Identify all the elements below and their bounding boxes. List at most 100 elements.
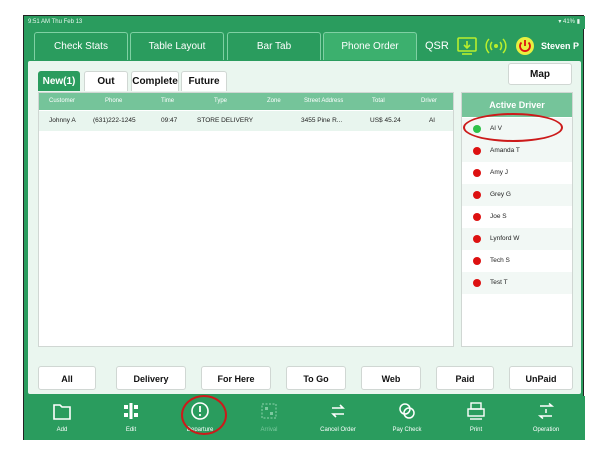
edit-grid-icon: [101, 400, 161, 422]
driver-item[interactable]: Tech S: [462, 250, 572, 272]
driver-item[interactable]: Amy J: [462, 162, 572, 184]
operation-arrows-icon: [516, 400, 576, 422]
filter-to-go-button[interactable]: To Go: [286, 366, 346, 390]
swap-arrows-icon: [308, 400, 368, 422]
print-button[interactable]: Print: [446, 396, 506, 440]
monitor-download-icon[interactable]: [456, 36, 478, 56]
filter-delivery-button[interactable]: Delivery: [116, 366, 186, 390]
cell-street-address: 3455 Pine R...: [301, 117, 343, 124]
driver-name: Amanda T: [490, 147, 520, 154]
driver-item[interactable]: Grey G: [462, 184, 572, 206]
cell-time: 09:47: [161, 117, 178, 124]
status-dot-busy: [473, 147, 481, 155]
tab-bar-tab[interactable]: Bar Tab: [227, 32, 321, 60]
alert-circle-icon: [170, 400, 230, 422]
folder-icon: [32, 400, 92, 422]
driver-name: Grey G: [490, 191, 511, 198]
top-nav: Check Stats Table Layout Bar Tab Phone O…: [24, 29, 585, 61]
operation-label: Operation: [532, 427, 560, 433]
filter-all-button[interactable]: All: [38, 366, 96, 390]
tab-out[interactable]: Out: [84, 71, 128, 91]
cell-total: US$ 45.24: [370, 117, 401, 124]
cancel-order-label: Cancel Order: [320, 427, 356, 433]
cell-phone: (631)222-1245: [93, 117, 136, 124]
bottom-toolbar: Add Edit Departure Arrival Cancel Order …: [24, 396, 585, 440]
power-icon[interactable]: [514, 36, 536, 56]
filter-for-here-button[interactable]: For Here: [201, 366, 271, 390]
pay-check-button[interactable]: Pay Check: [377, 396, 437, 440]
cell-customer: Johnny A: [49, 117, 76, 124]
status-dot-busy: [473, 213, 481, 221]
status-dot-busy: [473, 279, 481, 287]
printer-icon: [446, 400, 506, 422]
driver-item[interactable]: Joe S: [462, 206, 572, 228]
status-battery: ▾ 41% ▮: [558, 16, 580, 29]
driver-item[interactable]: Amanda T: [462, 140, 572, 162]
status-dot-busy: [473, 235, 481, 243]
cancel-order-button[interactable]: Cancel Order: [308, 396, 368, 440]
col-time: Time: [161, 98, 175, 104]
departure-button[interactable]: Departure: [170, 396, 230, 440]
add-button[interactable]: Add: [32, 396, 92, 440]
app-window: 9:51 AM Thu Feb 13 ▾ 41% ▮ Check Stats T…: [23, 15, 585, 440]
status-time: 9:51 AM Thu Feb 13: [28, 19, 83, 25]
status-dot-busy: [473, 169, 481, 177]
tab-complete[interactable]: Complete: [131, 71, 179, 91]
col-type: Type: [214, 98, 228, 104]
table-header: Customer Phone Time Type Zone Street Add…: [39, 93, 453, 110]
tab-phone-order[interactable]: Phone Order: [323, 32, 417, 60]
table-row[interactable]: Johnny A (631)222-1245 09:47 STORE DELIV…: [39, 111, 453, 131]
coins-icon: [377, 400, 437, 422]
tab-future[interactable]: Future: [181, 71, 227, 91]
broadcast-icon[interactable]: [485, 36, 507, 56]
tab-new[interactable]: New(1): [38, 71, 80, 91]
edit-button[interactable]: Edit: [101, 396, 161, 440]
filter-paid-button[interactable]: Paid: [436, 366, 494, 390]
order-filter-bar: All Delivery For Here To Go Web Paid UnP…: [38, 366, 573, 390]
driver-name: Al V: [490, 125, 502, 132]
col-total: Total: [372, 98, 385, 104]
print-label: Print: [469, 427, 483, 433]
status-dot-available: [473, 125, 481, 133]
phone-order-panel: New(1) Out Complete Future Map Customer …: [28, 61, 581, 394]
edit-label: Edit: [125, 427, 137, 433]
map-button[interactable]: Map: [508, 63, 572, 85]
arrival-button[interactable]: Arrival: [239, 396, 299, 440]
orders-table: Customer Phone Time Type Zone Street Add…: [38, 92, 454, 347]
driver-item[interactable]: Lynford W: [462, 228, 572, 250]
driver-name: Lynford W: [490, 235, 520, 242]
status-dot-busy: [473, 257, 481, 265]
tab-check-stats[interactable]: Check Stats: [34, 32, 128, 60]
wifi-icon: ▾: [558, 19, 562, 25]
driver-item[interactable]: Al V: [462, 118, 572, 140]
battery-level: 41%: [563, 19, 576, 25]
status-bar: 9:51 AM Thu Feb 13 ▾ 41% ▮: [24, 16, 585, 29]
driver-name: Amy J: [490, 169, 509, 176]
user-name[interactable]: Steven P: [541, 32, 579, 60]
col-zone: Zone: [267, 98, 281, 104]
driver-name: Joe S: [490, 213, 507, 220]
col-customer: Customer: [49, 98, 76, 104]
status-dot-busy: [473, 191, 481, 199]
tab-table-layout[interactable]: Table Layout: [130, 32, 224, 60]
driver-item[interactable]: Test T: [462, 272, 572, 294]
qsr-button[interactable]: QSR: [425, 32, 449, 60]
add-label: Add: [56, 427, 68, 433]
cell-type: STORE DELIVERY: [197, 117, 254, 124]
cell-driver: Al: [429, 117, 435, 124]
arrival-label: Arrival: [260, 427, 278, 433]
battery-icon: ▮: [576, 19, 580, 25]
driver-name: Test T: [490, 279, 508, 286]
qr-code-icon: [239, 400, 299, 422]
driver-name: Tech S: [490, 257, 510, 264]
filter-web-button[interactable]: Web: [361, 366, 421, 390]
operation-button[interactable]: Operation: [516, 396, 576, 440]
col-street-address: Street Address: [304, 98, 344, 104]
departure-label: Departure: [186, 427, 214, 433]
active-driver-title: Active Driver: [462, 93, 572, 117]
pay-check-label: Pay Check: [392, 427, 422, 433]
active-driver-panel: Active Driver Al V Amanda T Amy J Grey G…: [461, 92, 573, 347]
filter-unpaid-button[interactable]: UnPaid: [509, 366, 573, 390]
col-driver: Driver: [421, 98, 437, 104]
col-phone: Phone: [105, 98, 123, 104]
